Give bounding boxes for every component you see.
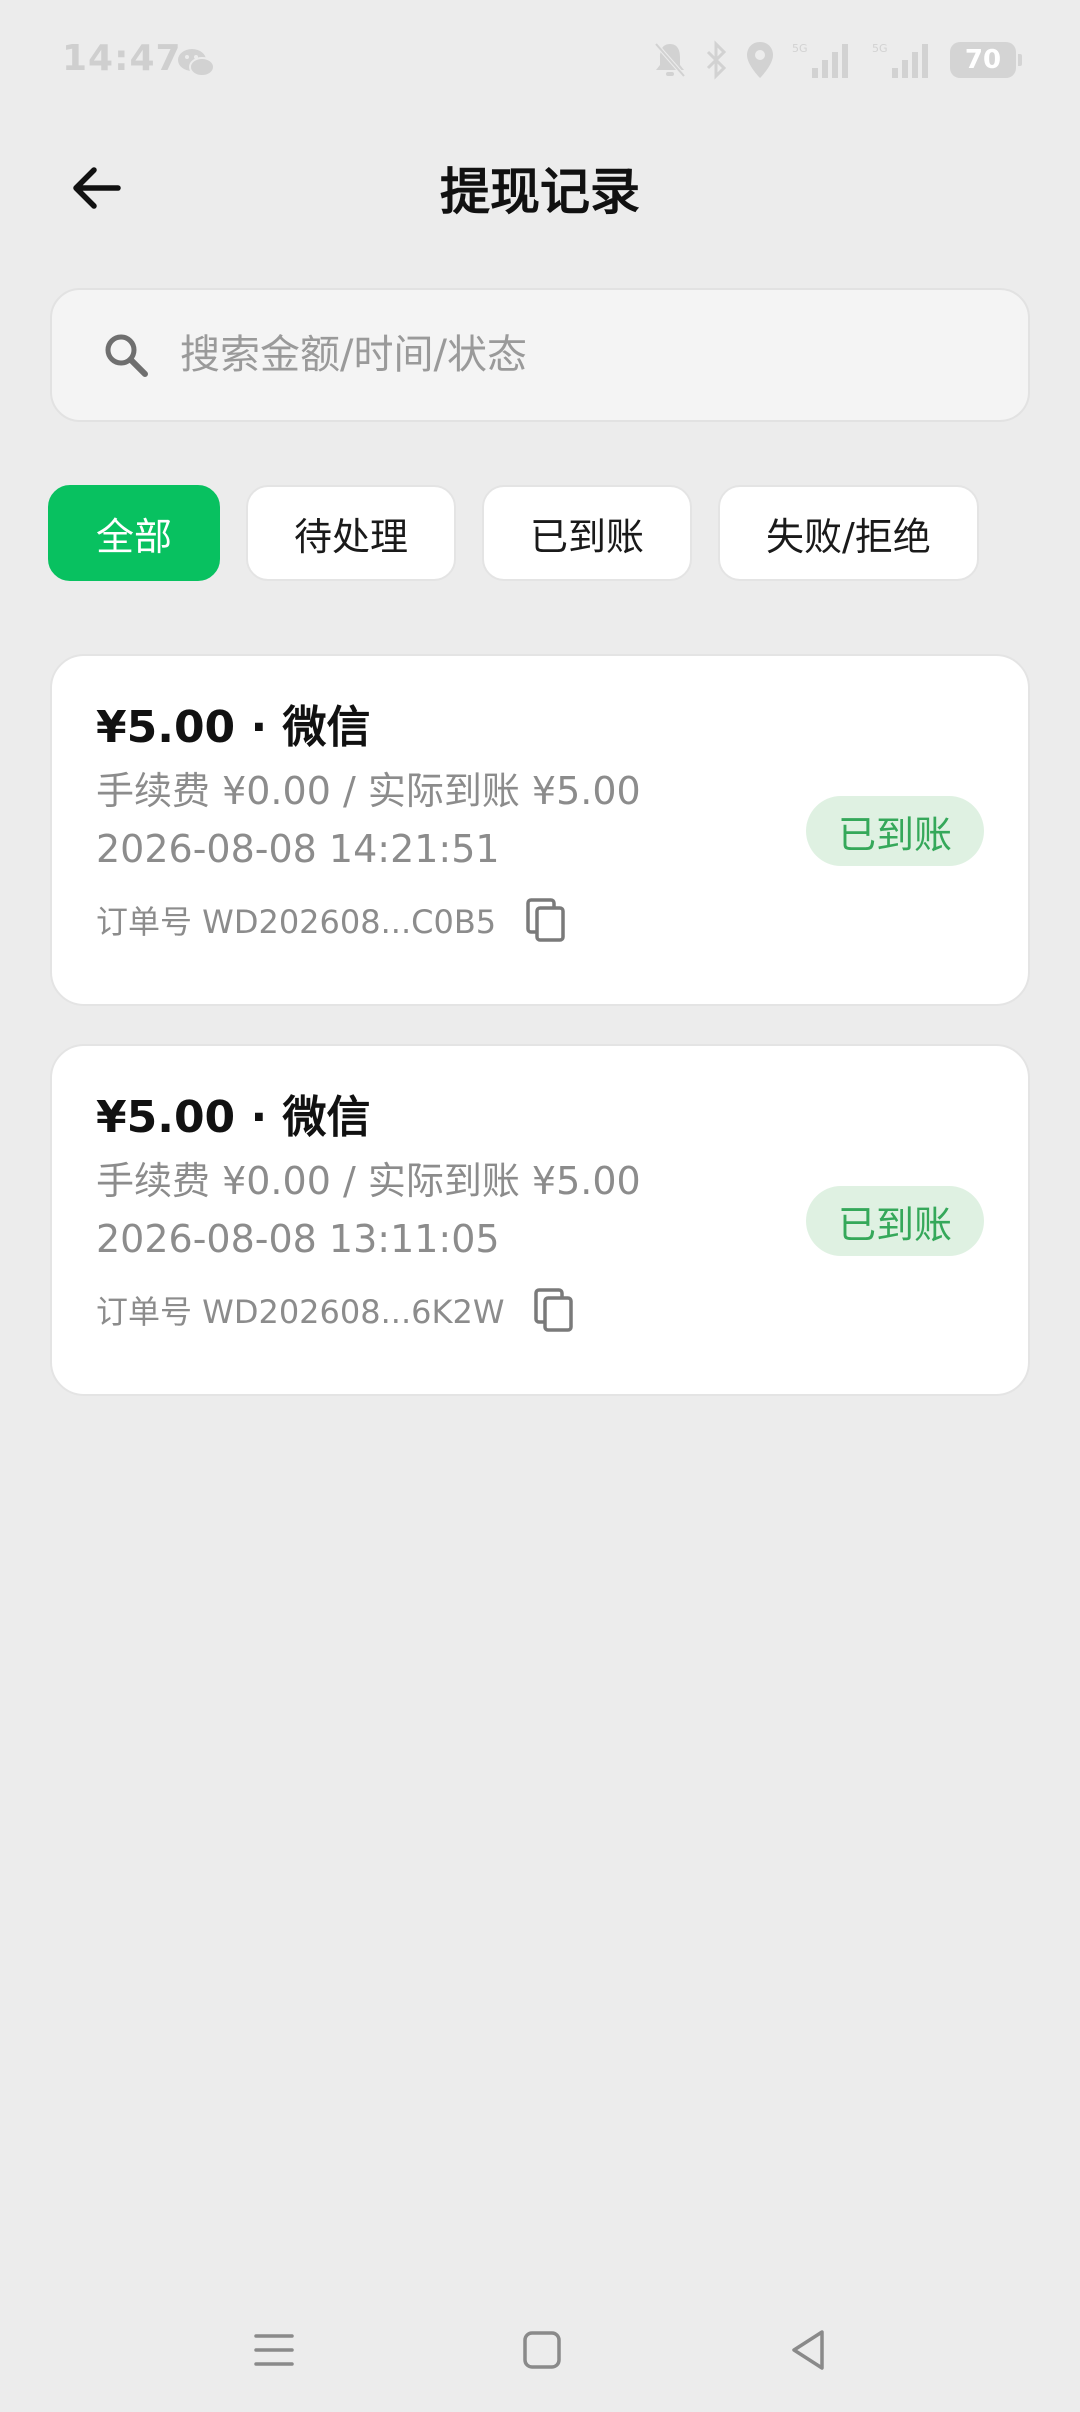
back-nav-button[interactable] [768,2312,848,2392]
mute-icon [652,40,688,80]
signal-5g-icon: 5G [790,40,856,80]
search-icon [96,325,156,385]
filter-chip-pending[interactable]: 待处理 [246,485,457,581]
filter-chip-all[interactable]: 全部 [48,485,221,581]
svg-text:5G: 5G [872,42,888,55]
home-icon [522,2330,562,2374]
location-icon [744,40,776,80]
filter-chip-received[interactable]: 已到账 [482,485,693,581]
wechat-icon [176,42,216,82]
battery-icon: 70 [950,42,1022,78]
status-right-icons: 5G 5G 70 [652,36,1022,84]
record-list: ¥5.00 · 微信 手续费 ¥0.00 / 实际到账 ¥5.00 2026-0… [50,654,1030,1434]
menu-button[interactable] [234,2312,314,2392]
record-title: ¥5.00 · 微信 [96,1092,371,1143]
header: 提现记录 [0,130,1080,240]
record-order-number: 订单号 WD202608...C0B5 [96,903,497,941]
copy-icon[interactable] [522,896,570,944]
record-card[interactable]: ¥5.00 · 微信 手续费 ¥0.00 / 实际到账 ¥5.00 2026-0… [50,654,1030,1006]
back-triangle-icon [788,2328,828,2376]
search-box[interactable] [50,288,1030,422]
copy-icon[interactable] [530,1286,578,1334]
record-order-row: 订单号 WD202608...C0B5 [96,896,984,944]
record-title: ¥5.00 · 微信 [96,702,371,753]
record-card[interactable]: ¥5.00 · 微信 手续费 ¥0.00 / 实际到账 ¥5.00 2026-0… [50,1044,1030,1396]
battery-level: 70 [964,45,1002,75]
menu-icon [252,2330,296,2374]
status-badge: 已到账 [806,796,984,866]
bluetooth-icon [702,40,730,80]
record-order-number: 订单号 WD202608...6K2W [96,1293,505,1331]
search-input[interactable] [178,331,998,379]
status-badge: 已到账 [806,1186,984,1256]
filter-tabs: 全部 待处理 已到账 失败/拒绝 [48,485,979,581]
status-time: 14:47 [62,38,182,79]
home-button[interactable] [502,2312,582,2392]
status-bar: 14:47 5G 5G 70 [0,0,1080,120]
system-nav-bar [0,2292,1080,2412]
signal-5g-icon: 5G [870,40,936,80]
record-order-row: 订单号 WD202608...6K2W [96,1286,984,1334]
svg-text:5G: 5G [792,42,808,55]
page-title: 提现记录 [440,163,640,221]
filter-chip-failed[interactable]: 失败/拒绝 [718,485,979,581]
